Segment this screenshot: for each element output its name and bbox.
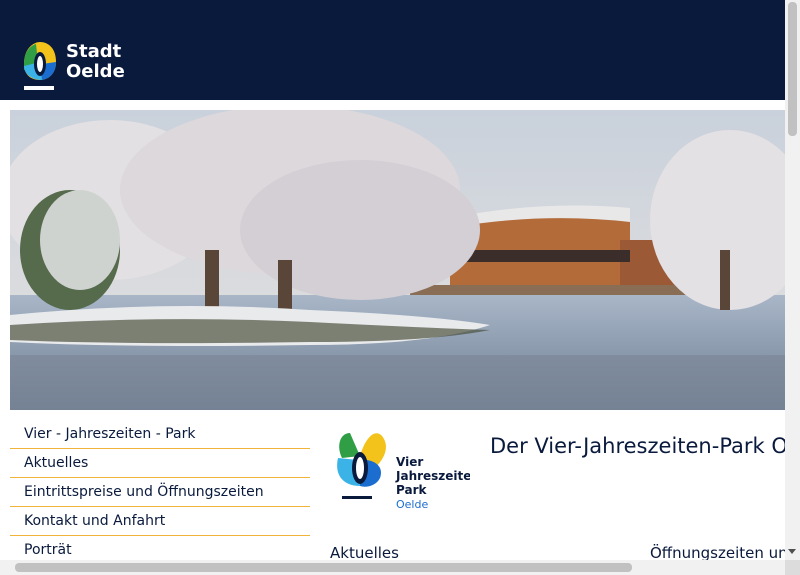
logo-wordmark: Stadt Oelde [66, 42, 125, 82]
scroll-down-arrow-icon[interactable] [788, 549, 796, 554]
stadt-oelde-logo[interactable]: Stadt Oelde [22, 40, 125, 92]
winter-park-photo [10, 110, 785, 410]
park-logo: Vier Jahreszeiten Park Oelde [330, 428, 480, 514]
vertical-scrollbar[interactable] [785, 0, 800, 575]
logo-line-oelde: Oelde [66, 61, 125, 82]
sidebar-item-park[interactable]: Vier - Jahreszeiten - Park [10, 420, 310, 449]
hero-image [10, 110, 785, 410]
park-logo-line3: Park [396, 483, 427, 497]
logo-line-stadt: Stadt [66, 41, 122, 62]
scrollbar-corner [785, 560, 800, 575]
sidebar-item-aktuelles[interactable]: Aktuelles [10, 449, 310, 478]
vertical-scroll-thumb[interactable] [788, 2, 797, 136]
sidebar-item-kontakt[interactable]: Kontakt und Anfahrt [10, 507, 310, 536]
site-header: Stadt Oelde [0, 0, 785, 100]
horizontal-scrollbar[interactable] [0, 560, 785, 575]
horizontal-scroll-thumb[interactable] [15, 563, 632, 572]
sidebar-item-eintrittspreise[interactable]: Eintrittspreise und Öffnungszeiten [10, 478, 310, 507]
page-title: Der Vier-Jahreszeiten-Park Oelde [490, 434, 800, 458]
park-logo-line1: Vier [396, 455, 423, 469]
park-logo-line2: Jahreszeiten [395, 469, 470, 483]
sidebar-nav: Vier - Jahreszeiten - Park Aktuelles Ein… [10, 420, 310, 565]
city-logo-icon [22, 40, 58, 92]
park-logo-line4: Oelde [396, 498, 428, 511]
